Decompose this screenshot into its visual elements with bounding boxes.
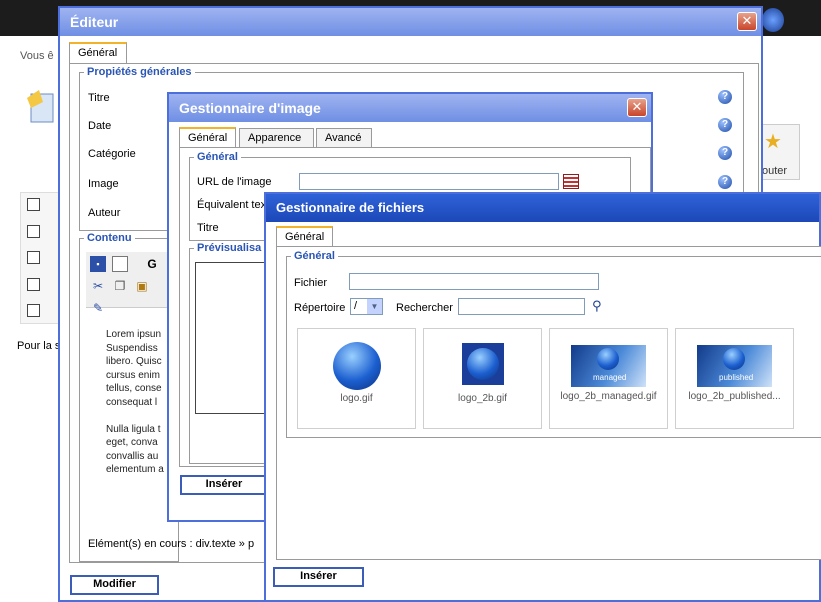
field-title-label: Titre [88, 92, 110, 104]
thumb-overlay-text: published [719, 373, 754, 382]
breadcrumb: Vous ê [20, 50, 54, 62]
tab-appearance[interactable]: Apparence [239, 128, 314, 148]
row-checkbox[interactable] [27, 251, 40, 264]
field-date-label: Date [88, 120, 112, 132]
content-line: tellus, conse [106, 383, 162, 395]
floppy-icon[interactable]: ▪ [90, 256, 106, 272]
page-text: Pour la s [17, 340, 61, 352]
content-line: elementum a [106, 464, 164, 476]
close-icon[interactable]: ✕ [627, 98, 647, 117]
url-input[interactable] [299, 173, 559, 190]
tab-general[interactable]: Général [276, 226, 333, 248]
file-manager-title: Gestionnaire de fichiers [276, 200, 425, 215]
file-manager-window: Gestionnaire de fichiers Général Général… [264, 192, 821, 602]
modify-button[interactable]: Modifier [70, 575, 159, 595]
logo-globe-icon [467, 348, 499, 380]
logo-2b-managed-image: managed [571, 345, 646, 387]
row-checkbox[interactable] [27, 198, 40, 211]
content-legend: Contenu [87, 232, 132, 244]
tab-general[interactable]: Général [179, 127, 236, 149]
close-icon[interactable]: ✕ [737, 12, 757, 31]
directory-value: / [354, 300, 358, 312]
alt-label: Équivalent tex [197, 199, 267, 211]
url-label: URL de l'image [197, 176, 272, 188]
logo-globe-icon [723, 348, 745, 370]
help-icon[interactable]: ? [718, 118, 732, 132]
help-icon[interactable]: ? [718, 175, 732, 189]
search-input[interactable] [458, 298, 585, 315]
row-checkbox[interactable] [27, 304, 40, 317]
file-name: logo_2b_published... [688, 391, 781, 402]
new-document-icon[interactable] [112, 256, 128, 272]
logo-globe-icon [597, 348, 619, 370]
file-general-legend: Général [294, 250, 335, 262]
file-thumbnail[interactable]: logo_2b.gif [423, 328, 542, 429]
file-name: logo.gif [340, 393, 373, 404]
file-name: logo_2b_managed.gif [560, 391, 657, 402]
browse-calendar-icon[interactable] [563, 174, 579, 189]
image-manager-titlebar: Gestionnaire d'image [169, 94, 651, 122]
tab-advanced[interactable]: Avancé [316, 128, 372, 148]
title-label: Titre [197, 222, 219, 234]
content-line: eget, conva [106, 437, 158, 449]
row-checkbox[interactable] [27, 225, 40, 238]
star-icon: ★ [764, 131, 782, 153]
field-image-label: Image [88, 178, 119, 190]
field-author-label: Auteur [88, 207, 121, 219]
bold-icon[interactable]: G [144, 256, 160, 272]
logo-2b-published-image: published [697, 345, 772, 387]
help-icon[interactable]: ? [718, 90, 732, 104]
content-line: libero. Quisc [106, 356, 162, 368]
content-line: Lorem ipsun [106, 329, 162, 340]
logo-globe-icon [333, 342, 381, 390]
content-text[interactable]: Lorem ipsun Suspendiss libero. Quisc cur… [106, 328, 176, 528]
thumb-overlay-text: managed [593, 373, 627, 382]
content-line: consequat l [106, 396, 158, 408]
row-checkbox[interactable] [27, 278, 40, 291]
file-thumbnail[interactable]: logo.gif [297, 328, 416, 429]
file-label: Fichier [294, 277, 328, 289]
image-general-legend: Général [197, 151, 238, 163]
file-thumbnail[interactable]: managed logo_2b_managed.gif [549, 328, 668, 429]
page-logo-icon [25, 88, 59, 128]
general-properties-legend: Propiétés générales [87, 66, 192, 78]
image-manager-title: Gestionnaire d'image [179, 100, 321, 116]
directory-label: Répertoire [294, 302, 346, 314]
help-icon[interactable]: ? [718, 146, 732, 160]
add-button-label: outer [762, 165, 788, 177]
file-name: logo_2b.gif [458, 393, 507, 404]
logo-2b-image [462, 343, 504, 385]
preview-box [195, 262, 269, 414]
editor-title: Éditeur [70, 14, 119, 30]
file-input[interactable] [349, 273, 599, 290]
chevron-down-icon[interactable]: ▼ [367, 299, 382, 314]
binoculars-icon[interactable]: ⚲ [592, 298, 610, 314]
content-line: convallis au [106, 450, 159, 462]
field-category-label: Catégorie [88, 148, 136, 160]
insert-button[interactable]: Insérer [273, 567, 364, 587]
editor-titlebar: Éditeur [60, 8, 761, 36]
directory-select[interactable]: / ▼ [350, 298, 383, 315]
file-manager-titlebar: Gestionnaire de fichiers [266, 194, 819, 222]
search-icon [762, 8, 784, 32]
search-label: Rechercher [396, 302, 453, 314]
content-line: cursus enim [106, 369, 160, 381]
paste-icon[interactable]: ▣ [134, 278, 150, 294]
edit-icon[interactable]: ✎ [90, 300, 106, 316]
preview-legend: Prévisualisa [197, 242, 262, 254]
editor-status: Elément(s) en cours : div.texte » p [88, 538, 255, 550]
insert-button[interactable]: Insérer [180, 475, 268, 495]
copy-icon[interactable]: ❐ [112, 278, 128, 294]
file-thumbnail[interactable]: published logo_2b_published... [675, 328, 794, 429]
content-line: Suspendiss [106, 342, 158, 354]
tab-general[interactable]: Général [69, 42, 127, 64]
scissors-icon[interactable]: ✂ [90, 278, 106, 294]
content-line: Nulla ligula t [106, 423, 161, 435]
